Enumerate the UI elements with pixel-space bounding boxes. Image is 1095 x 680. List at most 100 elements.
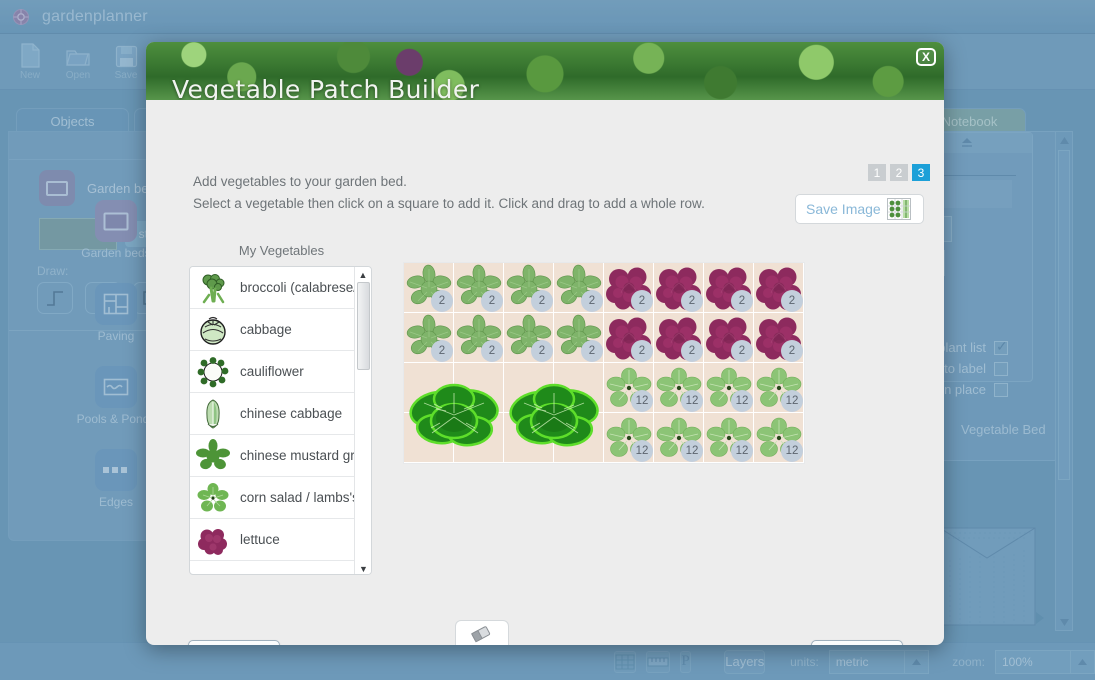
show-in-plant-list-checkbox[interactable] xyxy=(994,338,1008,355)
garden-cell[interactable]: 2 xyxy=(504,263,554,313)
save-image-button[interactable]: Save Image xyxy=(795,194,924,224)
garden-cell[interactable]: 12 xyxy=(704,363,754,413)
object-name-label: Vegetable Bed xyxy=(961,422,1046,437)
zoom-caret-icon[interactable] xyxy=(1069,650,1094,673)
collapse-icon[interactable] xyxy=(960,136,974,150)
units-select[interactable]: metric xyxy=(828,649,929,674)
garden-cell[interactable]: 12 xyxy=(704,413,754,463)
tab-notebook-label: Notebook xyxy=(941,113,998,129)
step-2[interactable]: 2 xyxy=(890,164,908,181)
garden-cell[interactable]: 12 xyxy=(654,363,704,413)
plant-count-badge: 2 xyxy=(581,340,603,362)
scroll-down-icon[interactable]: ▼ xyxy=(355,561,371,574)
tab-objects-label: Objects xyxy=(50,113,95,129)
garden-cell[interactable] xyxy=(554,363,604,413)
scroll-up-icon[interactable]: ▲ xyxy=(355,267,371,282)
list-item[interactable]: lettuce xyxy=(190,519,356,561)
garden-cell[interactable]: 2 xyxy=(704,263,754,313)
garden-cell[interactable]: 2 xyxy=(704,313,754,363)
step-3[interactable]: 3 xyxy=(912,164,930,181)
list-item[interactable]: chinese cabbage xyxy=(190,393,356,435)
garden-cell[interactable]: 2 xyxy=(554,313,604,363)
title-bar: gardenplanner xyxy=(0,0,1095,34)
plant-count-badge: 2 xyxy=(681,290,703,312)
sidebar-label-pools-ponds: Pools & Ponds xyxy=(76,412,156,426)
edges-icon xyxy=(95,449,137,491)
zoom-label: zoom: xyxy=(952,654,985,669)
plant-count-badge: 12 xyxy=(731,390,753,412)
plant-list-icon[interactable]: P xyxy=(680,650,692,673)
lettuce-icon xyxy=(194,521,232,559)
garden-cell[interactable] xyxy=(454,413,504,463)
step-indicator: 1 2 3 xyxy=(868,164,930,181)
units-caret-icon[interactable] xyxy=(903,650,928,673)
scroll-up-icon[interactable] xyxy=(1056,132,1072,148)
show-auto-label-checkbox[interactable] xyxy=(994,361,1008,376)
sidebar-label-edges: Edges xyxy=(98,495,134,509)
broccoli-icon xyxy=(194,269,232,307)
garden-cell[interactable]: 12 xyxy=(604,413,654,463)
scroll-track[interactable] xyxy=(355,282,371,561)
vegetable-list-scrollbar[interactable]: ▲ ▼ xyxy=(354,267,371,574)
cabbage-icon xyxy=(194,311,232,349)
plant-count-badge: 2 xyxy=(431,290,453,312)
garden-cell[interactable] xyxy=(404,413,454,463)
step-1[interactable]: 1 xyxy=(868,164,886,181)
layers-button[interactable]: Layers xyxy=(724,649,766,674)
close-x-icon[interactable]: X xyxy=(916,48,936,66)
done-button[interactable]: Done xyxy=(811,640,903,645)
sidebar-label-paving: Paving xyxy=(97,329,135,343)
ruler-toggle-icon[interactable] xyxy=(646,650,670,673)
garden-cell[interactable]: 2 xyxy=(454,313,504,363)
vegetable-list-title: My Vegetables xyxy=(238,243,325,258)
garden-cell[interactable] xyxy=(454,363,504,413)
garden-cell[interactable]: 2 xyxy=(604,313,654,363)
status-bar: P Layers units: metric zoom: 100% xyxy=(0,642,1095,680)
plant-count-badge: 2 xyxy=(681,340,703,362)
garden-cell[interactable] xyxy=(404,363,454,413)
garden-cell[interactable]: 2 xyxy=(654,313,704,363)
new-button[interactable]: New xyxy=(8,42,52,81)
garden-cell[interactable]: 2 xyxy=(654,263,704,313)
dialog-body: Add vegetables to your garden bed. Selec… xyxy=(146,100,944,645)
garden-grid[interactable]: 2 2 2 2 2 2 2 2 2 2 2 2 2 2 2 2 12 12 12 12 12 12 12 12 xyxy=(404,263,804,463)
list-item[interactable]: corn salad / lambs's lettuce xyxy=(190,477,356,519)
garden-cell[interactable]: 12 xyxy=(754,363,804,413)
garden-cell[interactable]: 2 xyxy=(404,313,454,363)
list-item[interactable]: cauliflower xyxy=(190,351,356,393)
zoom-select[interactable]: 100% xyxy=(994,649,1095,674)
garden-cell[interactable]: 12 xyxy=(754,413,804,463)
garden-cell[interactable] xyxy=(504,363,554,413)
save-button[interactable]: Save xyxy=(104,42,148,81)
pool-pond-icon xyxy=(95,366,137,408)
plant-count-badge: 2 xyxy=(481,290,503,312)
canvas-garden-bed-shape[interactable] xyxy=(939,500,1070,635)
garden-cell[interactable]: 2 xyxy=(754,313,804,363)
garden-cell[interactable] xyxy=(554,413,604,463)
garden-cell[interactable]: 2 xyxy=(404,263,454,313)
garden-cell[interactable]: 2 xyxy=(504,313,554,363)
chinese-cabbage-icon xyxy=(194,395,232,433)
open-button[interactable]: Open xyxy=(56,42,100,81)
garden-cell[interactable]: 2 xyxy=(554,263,604,313)
vegetable-listbox[interactable]: broccoli (calabrese/green) xyxy=(189,266,372,575)
garden-cell[interactable]: 12 xyxy=(654,413,704,463)
garden-cell[interactable] xyxy=(504,413,554,463)
back-button[interactable]: Back xyxy=(188,640,280,645)
garden-cell[interactable]: 2 xyxy=(604,263,654,313)
erase-button[interactable]: Erase xyxy=(455,620,509,645)
garden-cell[interactable]: 12 xyxy=(604,363,654,413)
grid-toggle-icon[interactable] xyxy=(614,650,636,673)
lock-in-place-checkbox[interactable] xyxy=(994,382,1008,397)
plant-count-badge: 2 xyxy=(781,290,803,312)
canvas-scroll-thumb[interactable] xyxy=(1058,150,1070,480)
garden-cell[interactable]: 2 xyxy=(454,263,504,313)
zoom-value: 100% xyxy=(1001,654,1033,669)
garden-cell[interactable]: 2 xyxy=(754,263,804,313)
list-item[interactable]: chinese mustard greens xyxy=(190,435,356,477)
list-item[interactable]: cabbage xyxy=(190,309,356,351)
plant-count-badge: 2 xyxy=(581,290,603,312)
plant-count-badge: 12 xyxy=(631,390,653,412)
list-item[interactable]: broccoli (calabrese/green) xyxy=(190,267,356,309)
scroll-thumb[interactable] xyxy=(357,282,370,370)
